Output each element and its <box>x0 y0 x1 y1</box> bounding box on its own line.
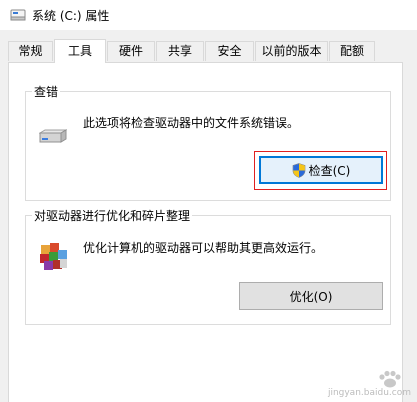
watermark-text: jingyan.baidu.com <box>327 388 411 398</box>
optimize-button[interactable]: 优化(O) <box>239 282 383 310</box>
tab-tools[interactable]: 工具 <box>54 39 106 63</box>
check-button-label: 检查(C) <box>308 163 351 178</box>
optimize-button-label: 优化(O) <box>289 289 333 304</box>
hard-drive-icon <box>39 129 67 143</box>
tab-hardware[interactable]: 硬件 <box>107 41 155 61</box>
tools-panel: 查错 此选项将检查驱动器中的文件系统错误。 检查(C) 对驱动器进行优化和碎片整… <box>8 62 403 402</box>
error-checking-title: 查错 <box>32 83 61 100</box>
optimize-description: 优化计算机的驱动器可以帮助其更高效运行。 <box>83 241 324 255</box>
window-title: 系统 (C:) 属性 <box>32 9 110 23</box>
tab-sharing[interactable]: 共享 <box>156 41 204 61</box>
title-bar: 系统 (C:) 属性 <box>0 0 417 30</box>
tab-previous-versions[interactable]: 以前的版本 <box>255 41 328 61</box>
defrag-icon <box>40 243 67 270</box>
tab-security[interactable]: 安全 <box>205 41 254 61</box>
optimize-group: 对驱动器进行优化和碎片整理 优化计算机的驱动器可以帮助其更高效运行。 优化(O) <box>25 207 391 325</box>
paw-logo-icon <box>379 370 401 388</box>
error-checking-group: 查错 此选项将检查驱动器中的文件系统错误。 检查(C) <box>25 83 391 201</box>
tab-general[interactable]: 常规 <box>8 41 53 61</box>
tab-quota[interactable]: 配额 <box>329 41 375 61</box>
error-checking-description: 此选项将检查驱动器中的文件系统错误。 <box>83 116 300 130</box>
drive-icon <box>10 9 26 21</box>
optimize-title: 对驱动器进行优化和碎片整理 <box>32 207 193 224</box>
uac-shield-icon <box>292 162 305 178</box>
check-button[interactable]: 检查(C) <box>259 156 383 184</box>
watermark: jingyan.baidu.com <box>323 370 411 398</box>
